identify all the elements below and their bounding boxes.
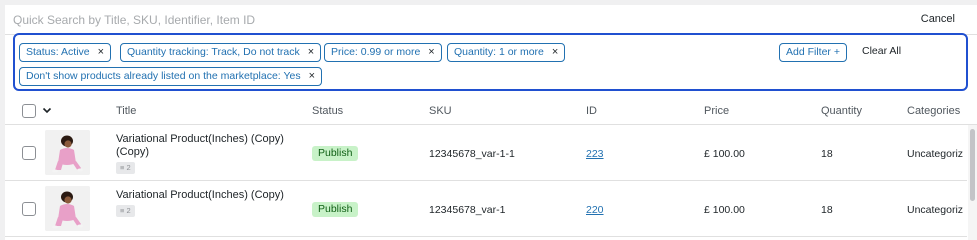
column-header-sku[interactable]: SKU [429,105,452,117]
search-bar: Cancel [5,5,977,35]
price-cell: £ 100.00 [704,148,745,160]
cancel-button[interactable]: Cancel [921,13,955,25]
filter-chip-label: Status: Active [26,46,90,58]
column-header-title[interactable]: Title [116,105,136,117]
product-title-text: Variational Product(Inches) (Copy) (Copy… [116,133,284,158]
table-row[interactable]: Variational Product(Inches) (Copy) ≡ 2 P… [5,181,967,237]
list-icon: ≡ [120,163,125,172]
filter-bar: Status: Active × Quantity tracking: Track… [13,33,968,91]
categories-cell: Uncategoriz [907,204,964,216]
row-checkbox[interactable] [22,146,36,160]
product-thumbnail [45,186,90,231]
column-header-quantity[interactable]: Quantity [821,105,862,117]
scrollbar-thumb[interactable] [970,129,975,201]
product-thumbnail [45,130,90,175]
column-header-categories[interactable]: Categories [907,105,960,117]
categories-cell: Uncategoriz [907,148,964,160]
product-selector-panel: Cancel Status: Active × Quantity tracking… [5,5,977,240]
close-icon[interactable]: × [309,70,315,82]
plus-icon: + [833,46,840,58]
status-badge: Publish [312,202,359,217]
filter-chip-label: Quantity: 1 or more [454,46,544,58]
column-header-price[interactable]: Price [704,105,729,117]
filter-chip-price[interactable]: Price: 0.99 or more × [324,43,442,62]
close-icon[interactable]: × [98,46,104,58]
column-header-status[interactable]: Status [312,105,343,117]
row-checkbox[interactable] [22,202,36,216]
select-all-checkbox[interactable] [22,104,36,118]
sku-cell: 12345678_var-1-1 [429,148,515,160]
table-header: Title Status SKU ID Price Quantity Categ… [5,97,977,125]
product-image [45,130,90,175]
filter-chip-label: Price: 0.99 or more [331,46,421,58]
quick-search-input[interactable] [13,9,893,31]
clear-all-button[interactable]: Clear All [862,45,901,57]
id-link[interactable]: 220 [586,204,604,216]
add-filter-label: Add Filter [786,46,831,58]
product-title-text: Variational Product(Inches) (Copy) [116,189,284,201]
table-row[interactable]: Variational Product(Inches) (Copy) (Copy… [5,125,967,181]
variation-count-badge: ≡ 2 [116,205,135,217]
add-filter-button[interactable]: Add Filter + [779,43,847,62]
product-title: Variational Product(Inches) (Copy) ≡ 2 [116,189,296,217]
sku-cell: 12345678_var-1 [429,204,506,216]
close-icon[interactable]: × [428,46,434,58]
status-badge: Publish [312,146,359,161]
filter-chip-status[interactable]: Status: Active × [19,43,112,62]
list-icon: ≡ [120,206,125,215]
price-cell: £ 100.00 [704,204,745,216]
filter-chip-label: Don't show products already listed on th… [26,70,301,82]
chevron-down-icon[interactable] [41,104,53,116]
filter-chip-label: Quantity tracking: Track, Do not track [127,46,300,58]
close-icon[interactable]: × [308,46,314,58]
variation-count: 2 [126,163,131,172]
variation-count-badge: ≡ 2 [116,162,135,174]
close-icon[interactable]: × [552,46,558,58]
column-header-id[interactable]: ID [586,105,597,117]
quantity-cell: 18 [821,148,833,160]
variation-count: 2 [126,206,131,215]
quantity-cell: 18 [821,204,833,216]
filter-chip-quantity-tracking[interactable]: Quantity tracking: Track, Do not track × [120,43,322,62]
filter-chip-marketplace[interactable]: Don't show products already listed on th… [19,67,323,86]
product-image [45,186,90,231]
product-title: Variational Product(Inches) (Copy) (Copy… [116,133,296,174]
id-link[interactable]: 223 [586,148,604,160]
filter-chip-quantity[interactable]: Quantity: 1 or more × [447,43,566,62]
